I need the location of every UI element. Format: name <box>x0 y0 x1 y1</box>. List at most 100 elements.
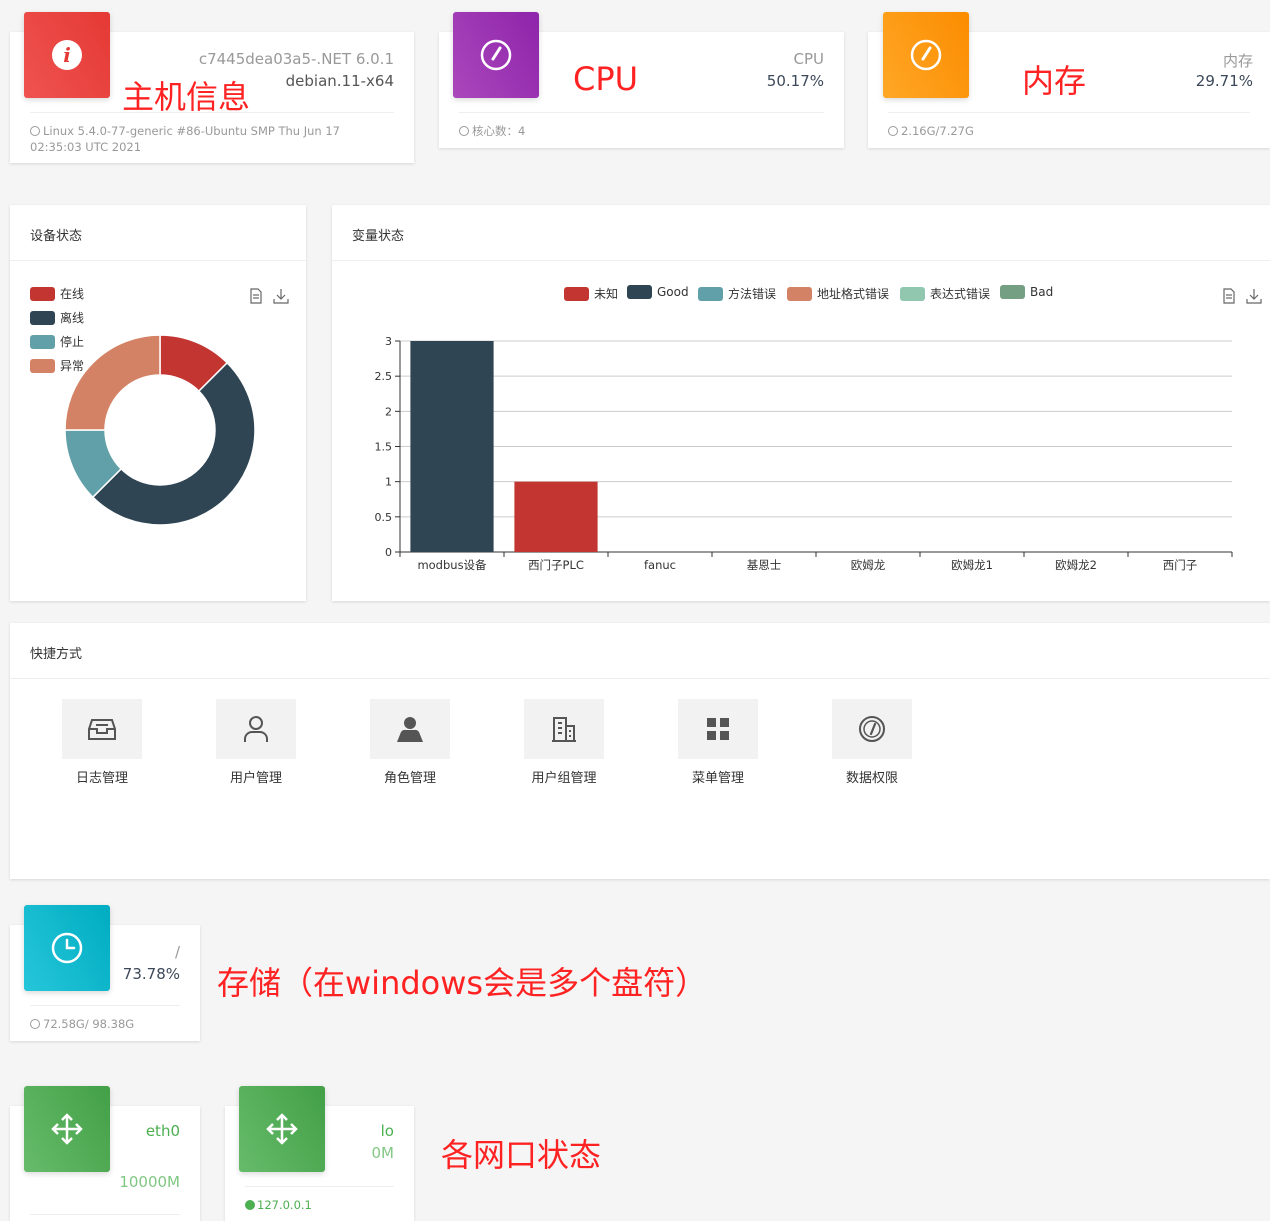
legend-label: 地址格式错误 <box>817 287 890 301</box>
iface-ip: 127.0.0.1 <box>257 1198 312 1212</box>
data-view-icon[interactable] <box>1221 288 1237 304</box>
x-tick-label: fanuc <box>644 558 676 572</box>
variable-status-title: 变量状态 <box>352 229 405 244</box>
storage-footer: 72.58G/ 98.38G <box>30 1005 180 1032</box>
x-tick-label: modbus设备 <box>417 558 487 572</box>
iface-footer: 127.0.0.1 <box>245 1186 394 1213</box>
legend-item[interactable]: 地址格式错误 <box>787 285 889 302</box>
y-tick-label: 1 <box>385 476 392 489</box>
x-tick-label: 基恩士 <box>747 558 782 572</box>
cpu-badge <box>453 12 539 98</box>
host-os-line: debian.11-x64 <box>285 72 394 90</box>
data-view-icon[interactable] <box>248 288 264 304</box>
network-annotation: 各网口状态 <box>441 1136 602 1174</box>
gauge-icon <box>910 39 942 71</box>
legend-item[interactable]: 离线 <box>30 309 84 326</box>
legend-swatch <box>30 358 55 373</box>
memory-usage-text: 2.16G/7.27G <box>901 124 974 138</box>
shortcut-label: 数据权限 <box>845 771 898 786</box>
shortcut-label: 用户组管理 <box>531 771 597 786</box>
move-arrows-icon <box>51 1113 83 1145</box>
legend-label: Bad <box>1030 285 1054 299</box>
bar-西门子PLC-未知[interactable] <box>514 481 598 552</box>
storage-value: 73.78% <box>122 965 180 983</box>
legend-item[interactable]: 未知 <box>564 285 618 302</box>
host-kernel-text: Linux 5.4.0-77-generic #86-Ubuntu SMP Th… <box>30 124 340 154</box>
shortcut-label: 日志管理 <box>75 771 128 786</box>
variable-status-panel: 变量状态 未知 Good 方法错误 地址格式错误 表达式错误 Bad 0 0.5 1 1.5 2 2… <box>332 205 1270 601</box>
gauge-small-icon <box>459 126 469 136</box>
clock-icon <box>30 1019 40 1029</box>
divider <box>10 260 306 261</box>
move-arrows-icon <box>266 1113 298 1145</box>
cpu-value: 50.17% <box>766 72 824 90</box>
legend-label: 离线 <box>60 311 85 325</box>
shortcuts-panel: 快捷方式 日志管理 用户管理 角色管理 用户组管理 菜单管理 数据权限 <box>10 623 1270 879</box>
iface-name: eth0 <box>145 1122 180 1140</box>
save-image-icon[interactable] <box>273 288 289 304</box>
legend-swatch <box>1000 285 1025 299</box>
cpu-cores-text: 核心数：4 <box>472 124 526 138</box>
cpu-footer: 核心数：4 <box>459 112 824 139</box>
legend-swatch <box>900 286 925 301</box>
legend-swatch <box>787 286 812 301</box>
shortcuts-title: 快捷方式 <box>30 647 83 662</box>
y-tick-label: 2.5 <box>375 370 393 383</box>
shortcut-label: 角色管理 <box>383 771 436 786</box>
shortcut-icon-box <box>370 699 450 759</box>
storage-badge <box>24 905 110 991</box>
shortcut-icon-box <box>62 699 142 759</box>
inbox-icon <box>88 719 116 740</box>
legend-label: 在线 <box>60 287 85 301</box>
clock-icon <box>888 126 898 136</box>
legend-label: 方法错误 <box>728 287 777 301</box>
x-tick-label: 西门子PLC <box>528 558 584 572</box>
x-tick-label: 欧姆龙 <box>851 558 886 572</box>
y-tick-label: 1.5 <box>375 441 393 454</box>
legend-swatch <box>30 334 55 349</box>
legend-swatch <box>698 286 723 301</box>
shortcut-icon-box <box>832 699 912 759</box>
legend-item[interactable]: 在线 <box>30 285 84 302</box>
legend-swatch <box>564 286 589 301</box>
legend-item[interactable]: Good <box>627 285 689 299</box>
y-tick-label: 2 <box>385 405 392 418</box>
info-icon: i <box>52 40 82 70</box>
host-kernel-footer: Linux 5.4.0-77-generic #86-Ubuntu SMP Th… <box>30 112 394 155</box>
device-status-donut-chart <box>64 334 256 526</box>
shortcut-role-management[interactable]: 角色管理 <box>370 699 450 786</box>
memory-annotation: 内存 <box>1022 62 1087 100</box>
legend-label: 表达式错误 <box>930 287 991 301</box>
x-tick-label: 欧姆龙2 <box>1055 558 1097 572</box>
bar-modbus设备-Good[interactable] <box>410 341 494 552</box>
storage-annotation: 存储（在windows会是多个盘符） <box>217 964 708 1002</box>
shortcut-data-permission[interactable]: 数据权限 <box>832 699 912 786</box>
legend-item[interactable]: 方法错误 <box>698 285 776 302</box>
save-image-icon[interactable] <box>1246 288 1262 304</box>
legend-item[interactable]: 表达式错误 <box>900 285 990 302</box>
grid-icon <box>707 718 729 740</box>
iface-speed: 0M <box>371 1144 395 1162</box>
shortcut-label: 菜单管理 <box>691 771 744 786</box>
shortcut-usergroup-management[interactable]: 用户组管理 <box>524 699 604 786</box>
donut-slice-异常[interactable] <box>64 334 161 431</box>
shortcut-icon-box <box>678 699 758 759</box>
legend-label: 未知 <box>594 287 619 301</box>
shortcut-label: 用户管理 <box>229 771 282 786</box>
shortcut-menu-management[interactable]: 菜单管理 <box>678 699 758 786</box>
cpu-category: CPU <box>793 50 825 68</box>
shortcut-user-management[interactable]: 用户管理 <box>216 699 296 786</box>
network-badge-lo <box>239 1086 325 1172</box>
shortcut-icon-box <box>216 699 296 759</box>
host-name-line: c7445dea03a5-.NET 6.0.1 <box>198 50 394 68</box>
legend-item[interactable]: Bad <box>1000 285 1053 299</box>
shortcut-log-management[interactable]: 日志管理 <box>62 699 142 786</box>
legend-label: Good <box>657 285 689 299</box>
host-annotation: 主机信息 <box>122 78 251 116</box>
x-tick-label: 西门子 <box>1163 558 1198 572</box>
memory-value: 29.71% <box>1195 72 1253 90</box>
building-icon <box>552 717 576 742</box>
legend-swatch <box>30 286 55 301</box>
cpu-annotation: CPU <box>573 60 639 98</box>
y-tick-label: 0 <box>385 546 392 559</box>
